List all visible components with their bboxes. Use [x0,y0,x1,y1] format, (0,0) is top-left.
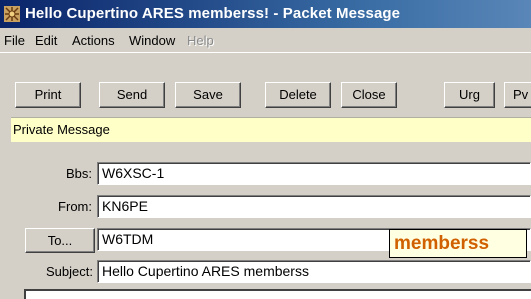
menu-edit[interactable]: Edit [35,33,57,48]
subject-field[interactable]: Hello Cupertino ARES memberss [97,260,531,283]
message-body[interactable] [24,289,531,299]
window-title: Hello Cupertino ARES memberss! - Packet … [25,5,401,22]
menu-window[interactable]: Window [129,33,175,48]
from-field[interactable]: KN6PE [97,195,531,218]
delete-button[interactable]: Delete [265,82,331,108]
message-type-banner: Private Message [11,117,531,142]
from-label: From: [58,199,92,214]
menu-help: Help [187,33,214,48]
urgent-button[interactable]: Urg [444,82,495,108]
toolbar: Print Send Save Delete Close Urg Pv [0,52,531,119]
menu-file[interactable]: File [4,33,25,48]
pv-button[interactable]: Pv [504,82,531,108]
send-button[interactable]: Send [99,82,165,108]
menu-actions[interactable]: Actions [72,33,115,48]
packet-app-icon [4,6,20,22]
bbs-label: Bbs: [65,166,92,181]
menu-bar: File Edit Actions Window Help [0,28,531,52]
title-bar[interactable]: Hello Cupertino ARES memberss! - Packet … [0,0,531,28]
autocomplete-tooltip: memberss [389,229,527,258]
subject-label: Subject: [46,264,93,279]
to-button[interactable]: To... [25,228,95,253]
save-button[interactable]: Save [175,82,241,108]
close-button[interactable]: Close [341,82,397,108]
bbs-field[interactable]: W6XSC-1 [97,162,531,185]
print-button[interactable]: Print [15,82,81,108]
